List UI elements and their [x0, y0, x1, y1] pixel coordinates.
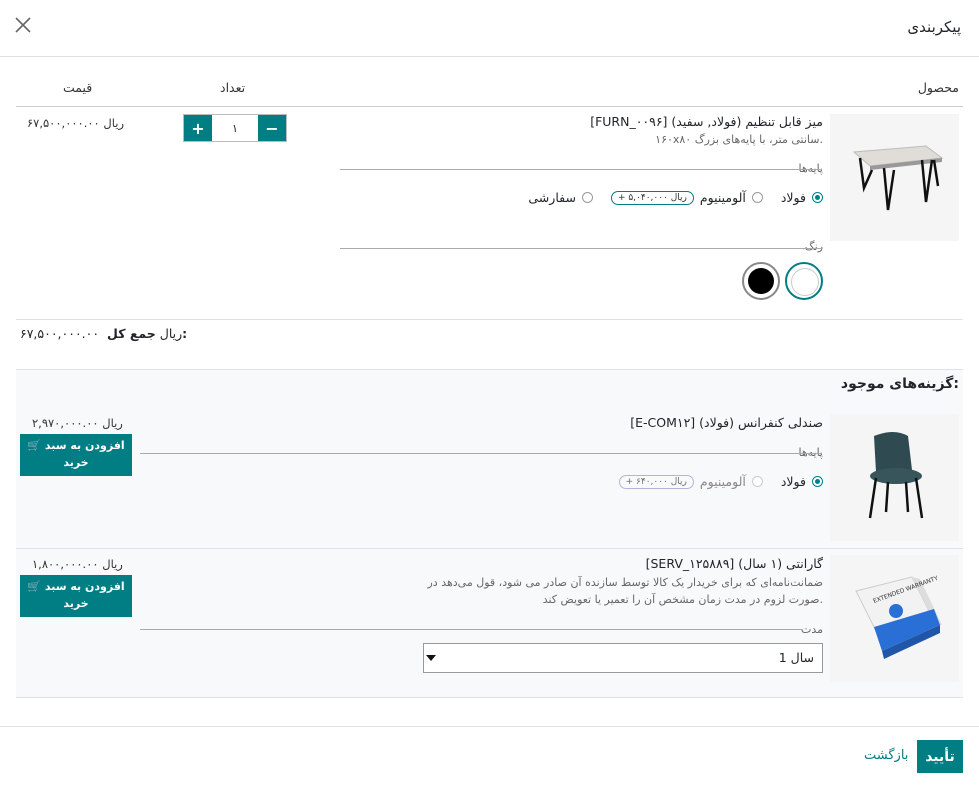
legs-options: فولاد آلومینیوم + ۵,۰۴۰,۰۰۰ ریال سفارشی — [518, 190, 823, 205]
legs-option-label: فولاد — [780, 474, 806, 489]
chair-legs-option-steel[interactable]: فولاد — [781, 474, 823, 489]
chair-legs-option-aluminium[interactable]: آلومینیوم + ۶۴۰,۰۰۰ ریال — [618, 474, 763, 489]
legs-option-custom[interactable]: سفارشی — [528, 190, 593, 205]
confirm-button[interactable]: تأیید — [917, 740, 963, 773]
legs-option-label: سفارشی — [528, 190, 576, 205]
warranty-name: [SERV_۱۲۵۸۸۹] گارانتی (۱ سال) — [645, 556, 823, 571]
warranty-description-2: صورت لزوم در مدت زمان مشخص آن را تعمیر ی… — [542, 593, 823, 606]
warranty-description-1: ضمانت‌نامه‌ای که برای خریدار یک کالا توس… — [427, 576, 823, 589]
product-image-chair — [830, 414, 959, 541]
color-swatch-white[interactable] — [785, 262, 823, 300]
legs-option-label: فولاد — [780, 190, 806, 205]
radio-icon[interactable] — [812, 476, 823, 487]
quantity-stepper[interactable]: + ۱ − — [183, 114, 287, 142]
close-icon[interactable] — [14, 16, 32, 34]
main-product-name: [FURN_۰۰۹۶] میز قابل تنظیم (فولاد, سفید) — [590, 114, 823, 129]
total-row: ۶۷,۵۰۰,۰۰۰.۰۰ ریال جمع کل: — [20, 326, 187, 341]
minus-button[interactable]: − — [258, 115, 286, 141]
legs-option-label: آلومینیوم — [699, 190, 746, 205]
header-price: قیمت — [63, 80, 93, 95]
duration-label: مدت — [800, 623, 823, 636]
optional-section-title: گزینه‌های موجود: — [840, 376, 959, 392]
radio-icon[interactable] — [751, 476, 763, 487]
legs-option-steel[interactable]: فولاد — [781, 190, 823, 205]
main-product-description: ۱۶۰x۸۰ سانتی متر، با پایه‌های بزرگ. — [655, 133, 823, 146]
add-to-cart-button-chair[interactable]: 🛒 افزودن به سبد خرید — [20, 434, 132, 476]
total-value: ۶۷,۵۰۰,۰۰۰.۰۰ ریال — [20, 326, 183, 341]
price-extra-badge: + ۵,۰۴۰,۰۰۰ ریال — [610, 190, 694, 205]
warranty-price: ۱,۸۰۰,۰۰۰.۰۰ ریال — [32, 557, 123, 571]
add-to-cart-button-warranty[interactable]: 🛒 افزودن به سبد خرید — [20, 575, 132, 617]
main-product-price: ۶۷,۵۰۰,۰۰۰.۰۰ ریال — [27, 116, 125, 130]
header-quantity: تعداد — [220, 80, 246, 95]
back-button[interactable]: بازگشت — [864, 748, 908, 763]
quantity-input[interactable]: ۱ — [212, 115, 258, 141]
add-to-cart-label: افزودن به سبد خرید — [44, 580, 125, 610]
caret-down-icon — [426, 655, 436, 661]
radio-icon[interactable] — [581, 192, 593, 203]
plus-button[interactable]: + — [184, 115, 212, 141]
product-image-warranty: EXTENDED WARRANTY — [830, 555, 959, 682]
add-to-cart-label: افزودن به سبد خرید — [44, 439, 125, 469]
color-label: رنگ — [804, 240, 823, 253]
header-product: محصول — [917, 80, 959, 95]
cart-icon: 🛒 — [27, 439, 42, 452]
legs-option-label: آلومینیوم — [699, 474, 746, 489]
duration-value: 1 سال — [778, 650, 814, 665]
radio-icon[interactable] — [751, 192, 763, 203]
dialog-title: پیکربندی — [907, 18, 961, 36]
color-swatch-black[interactable] — [742, 262, 780, 300]
product-image-table — [830, 114, 959, 241]
legs-option-aluminium[interactable]: آلومینیوم + ۵,۰۴۰,۰۰۰ ریال — [610, 190, 763, 205]
cart-icon: 🛒 — [27, 580, 42, 593]
price-extra-badge: + ۶۴۰,۰۰۰ ریال — [618, 474, 694, 489]
chair-name: [E-COM۱۲] صندلی کنفرانس (فولاد) — [630, 415, 823, 430]
radio-icon[interactable] — [812, 192, 823, 203]
chair-price: ۲,۹۷۰,۰۰۰.۰۰ ریال — [32, 416, 123, 430]
duration-select[interactable]: 1 سال — [423, 643, 823, 673]
chair-legs-options: فولاد آلومینیوم + ۶۴۰,۰۰۰ ریال — [609, 474, 823, 489]
